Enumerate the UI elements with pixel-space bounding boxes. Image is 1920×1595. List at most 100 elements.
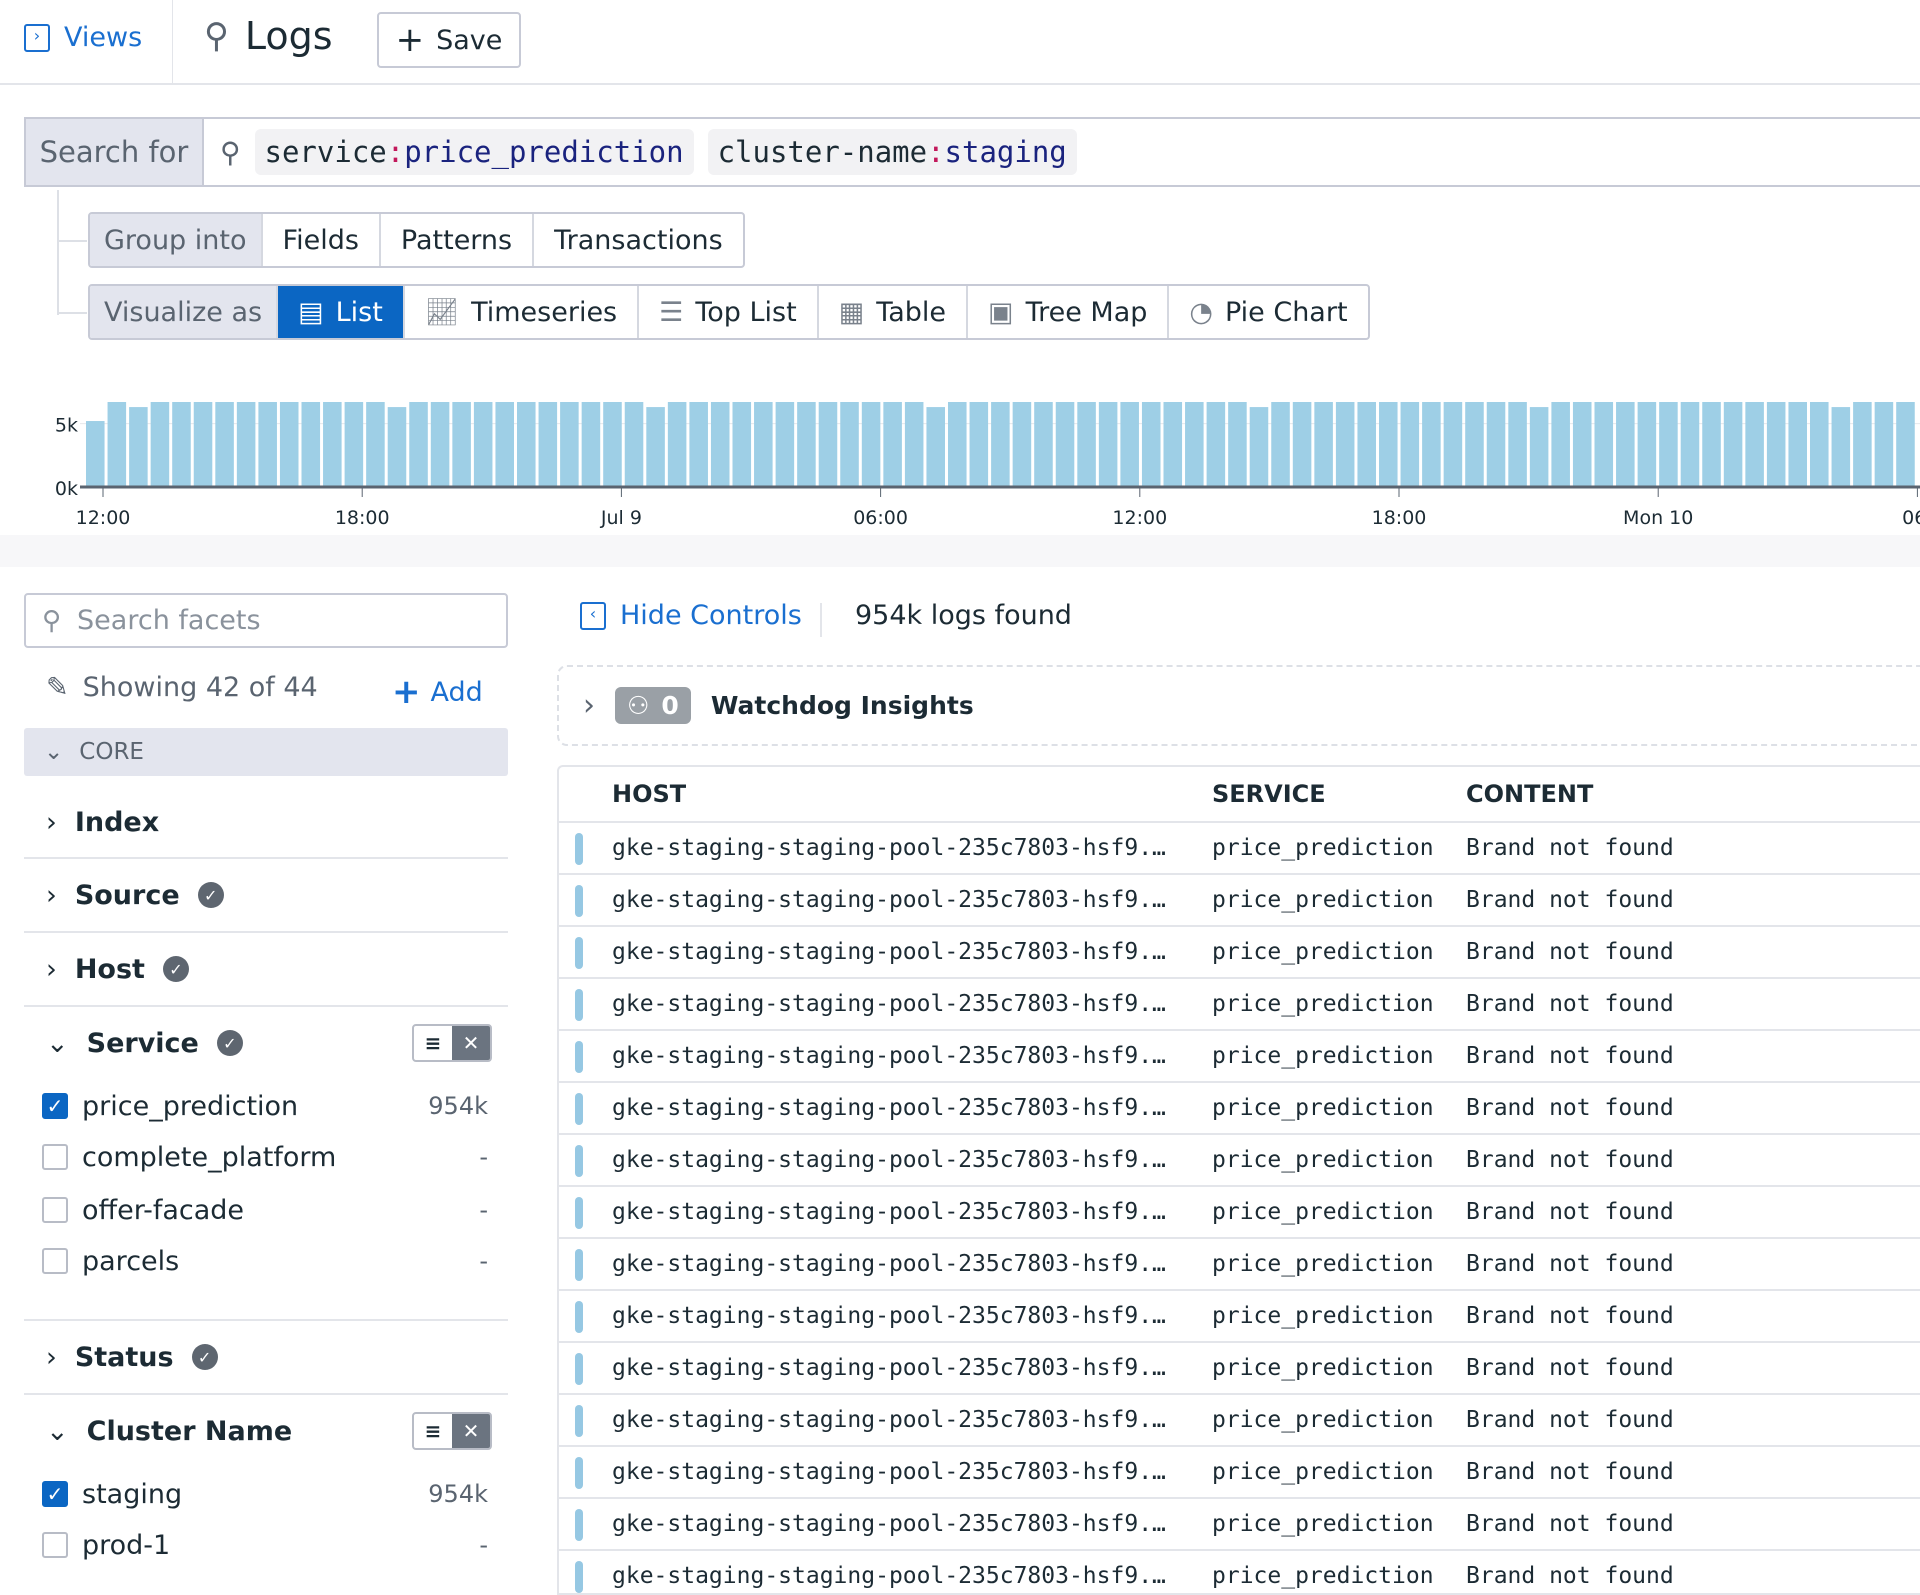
table-row[interactable]: gke-staging-staging-pool-235c7803-hsf9.…… xyxy=(559,1551,1920,1593)
histogram-bar[interactable] xyxy=(1077,402,1096,487)
histogram-bar[interactable] xyxy=(926,407,945,487)
table-row[interactable]: gke-staging-staging-pool-235c7803-hsf9.…… xyxy=(559,1447,1920,1499)
histogram-bar[interactable] xyxy=(258,402,277,487)
facet-status[interactable]: › Status ✓ xyxy=(24,1327,508,1387)
viz-tree-map[interactable]: ▣ Tree Map xyxy=(968,286,1170,338)
checkbox[interactable] xyxy=(42,1532,68,1558)
facet-source[interactable]: › Source ✓ xyxy=(24,865,508,925)
views-button[interactable]: › Views xyxy=(24,22,142,53)
histogram-bar[interactable] xyxy=(1810,402,1829,487)
histogram-bar[interactable] xyxy=(818,402,838,487)
histogram-bar[interactable] xyxy=(1055,402,1075,487)
core-section-header[interactable]: ⌄ CORE xyxy=(24,728,508,776)
facet-cluster-name[interactable]: ⌄ Cluster Name ≡ ✕ xyxy=(24,1401,508,1461)
table-row[interactable]: gke-staging-staging-pool-235c7803-hsf9.…… xyxy=(559,1187,1920,1239)
histogram-bar[interactable] xyxy=(279,402,299,487)
column-service[interactable]: SERVICE xyxy=(1212,780,1326,808)
facet-value[interactable]: complete_platform - xyxy=(42,1135,488,1179)
histogram-bar[interactable] xyxy=(1637,402,1657,487)
facet-index[interactable]: › Index xyxy=(24,792,508,852)
histogram-bar[interactable] xyxy=(1616,402,1635,487)
facet-host[interactable]: › Host ✓ xyxy=(24,939,508,999)
histogram-bar[interactable] xyxy=(107,402,127,487)
histogram-bar[interactable] xyxy=(150,402,170,487)
query-chip[interactable]: service:price_prediction xyxy=(254,129,694,175)
histogram-bar[interactable] xyxy=(473,402,493,487)
histogram-bar[interactable] xyxy=(1443,402,1463,487)
checkbox[interactable]: ✓ xyxy=(42,1481,68,1507)
clear-icon[interactable]: ✕ xyxy=(452,1026,490,1060)
histogram-bar[interactable] xyxy=(1357,402,1376,487)
histogram-bar[interactable] xyxy=(1896,402,1915,487)
histogram-bar[interactable] xyxy=(904,402,924,487)
table-row[interactable]: gke-staging-staging-pool-235c7803-hsf9.…… xyxy=(559,875,1920,927)
histogram-bar[interactable] xyxy=(1529,407,1549,487)
histogram-bar[interactable] xyxy=(797,402,816,487)
histogram-bar[interactable] xyxy=(603,402,622,487)
facet-value[interactable]: parcels - xyxy=(42,1239,488,1283)
histogram-bar[interactable] xyxy=(193,402,213,487)
checkbox[interactable] xyxy=(42,1248,68,1274)
viz-timeseries[interactable]: 📈︎ Timeseries xyxy=(405,286,640,338)
histogram-bar[interactable] xyxy=(86,421,105,487)
histogram-bar[interactable] xyxy=(969,402,989,487)
histogram-bar[interactable] xyxy=(1163,402,1183,487)
histogram-bar[interactable] xyxy=(1141,402,1161,487)
checkbox[interactable] xyxy=(42,1144,68,1170)
histogram-bar[interactable] xyxy=(1702,402,1721,487)
column-content[interactable]: CONTENT xyxy=(1466,780,1593,808)
hide-controls-button[interactable]: ‹ Hide Controls xyxy=(580,600,802,631)
checkbox[interactable]: ✓ xyxy=(42,1093,68,1119)
histogram-bar[interactable] xyxy=(1012,402,1032,487)
histogram-bar[interactable] xyxy=(1228,402,1247,487)
histogram-bar[interactable] xyxy=(1465,402,1484,487)
table-row[interactable]: gke-staging-staging-pool-235c7803-hsf9.…… xyxy=(559,1499,1920,1551)
histogram-bar[interactable] xyxy=(517,402,536,487)
histogram-bar[interactable] xyxy=(1745,402,1764,487)
histogram-bar[interactable] xyxy=(1831,407,1851,487)
histogram-bar[interactable] xyxy=(1098,402,1118,487)
histogram-bar[interactable] xyxy=(366,402,385,487)
histogram-bar[interactable] xyxy=(624,402,644,487)
histogram-bar[interactable] xyxy=(323,402,342,487)
histogram-bar[interactable] xyxy=(1766,402,1786,487)
viz-table[interactable]: ▦ Table xyxy=(819,286,969,338)
table-row[interactable]: gke-staging-staging-pool-235c7803-hsf9.…… xyxy=(559,1083,1920,1135)
histogram-bar[interactable] xyxy=(581,402,601,487)
histogram-bar[interactable] xyxy=(754,402,773,487)
histogram-bar[interactable] xyxy=(1422,402,1441,487)
histogram-bar[interactable] xyxy=(1874,402,1894,487)
histogram-bar[interactable] xyxy=(409,402,428,487)
table-row[interactable]: gke-staging-staging-pool-235c7803-hsf9.…… xyxy=(559,1395,1920,1447)
table-row[interactable]: gke-staging-staging-pool-235c7803-hsf9.…… xyxy=(559,1239,1920,1291)
table-row[interactable]: gke-staging-staging-pool-235c7803-hsf9.…… xyxy=(559,979,1920,1031)
histogram-bar[interactable] xyxy=(1723,402,1743,487)
histogram-bar[interactable] xyxy=(948,402,967,487)
histogram-bar[interactable] xyxy=(1292,402,1312,487)
log-volume-histogram[interactable]: 0k 5k 12:00 18:00 Jul 9 06:00 12:00 18:00 Mon 10… xyxy=(0,380,1920,535)
histogram-bar[interactable] xyxy=(1185,402,1204,487)
histogram-bar[interactable] xyxy=(1314,402,1333,487)
histogram-bar[interactable] xyxy=(1249,407,1269,487)
histogram-bar[interactable] xyxy=(560,402,579,487)
facet-value[interactable]: offer-facade - xyxy=(42,1188,488,1232)
histogram-bar[interactable] xyxy=(1400,402,1420,487)
viz-top-list[interactable]: ☰ Top List xyxy=(639,286,819,338)
histogram-bar[interactable] xyxy=(495,402,514,487)
histogram-bar[interactable] xyxy=(732,402,752,487)
histogram-bar[interactable] xyxy=(1486,402,1506,487)
histogram-bar[interactable] xyxy=(1572,402,1592,487)
histogram-bar[interactable] xyxy=(430,402,450,487)
group-transactions[interactable]: Transactions xyxy=(534,214,743,266)
histogram-bar[interactable] xyxy=(538,402,558,487)
group-fields[interactable]: Fields xyxy=(263,214,381,266)
histogram-bar[interactable] xyxy=(1551,402,1570,487)
histogram-bar[interactable] xyxy=(129,407,148,487)
group-patterns[interactable]: Patterns xyxy=(381,214,535,266)
viz-list[interactable]: ▤ List xyxy=(278,286,405,338)
histogram-bar[interactable] xyxy=(883,402,902,487)
histogram-bar[interactable] xyxy=(775,402,795,487)
histogram-bar[interactable] xyxy=(1659,402,1678,487)
facet-value[interactable]: ✓ staging 954k xyxy=(42,1472,488,1516)
histogram-bar[interactable] xyxy=(1853,402,1872,487)
